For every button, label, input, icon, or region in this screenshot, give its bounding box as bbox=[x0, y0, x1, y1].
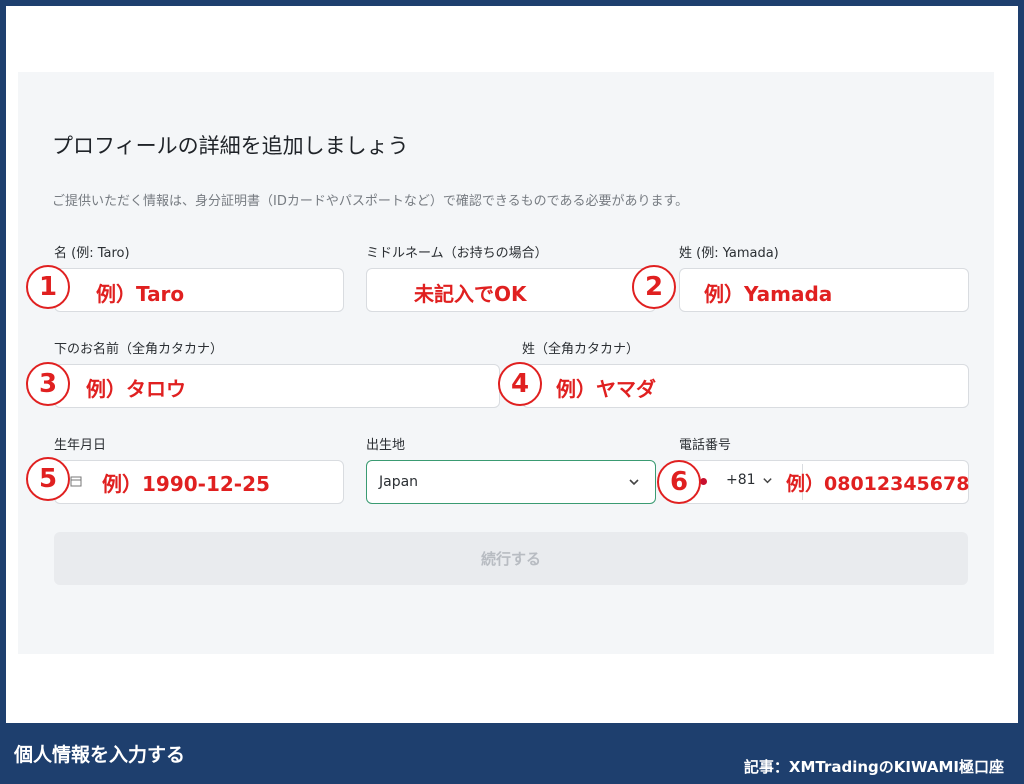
first-name-example: 例）Taro bbox=[96, 282, 185, 306]
caption-title: 個人情報を入力する bbox=[14, 744, 186, 766]
phone-label: 電話番号 bbox=[679, 438, 732, 453]
birthdate-example: 例）1990-12-25 bbox=[102, 472, 270, 496]
caption-source: 記事：XMTradingのKIWAMI極口座 bbox=[743, 758, 1004, 776]
annotation-marker-5: 5 bbox=[26, 457, 70, 501]
japan-flag-icon bbox=[700, 478, 707, 485]
last-name-kana-label: 姓（全角カタカナ） bbox=[522, 342, 640, 357]
birthplace-label: 出生地 bbox=[366, 438, 406, 453]
chevron-down-icon bbox=[629, 479, 639, 486]
first-name-label: 名 (例: Taro) bbox=[54, 246, 130, 261]
middle-name-note: 未記入でOK bbox=[414, 282, 527, 306]
annotation-marker-4: 4 bbox=[498, 362, 542, 406]
country-code-value: +81 bbox=[726, 472, 756, 488]
last-name-kana-example: 例）ヤマダ bbox=[556, 377, 656, 401]
first-name-kana-label: 下のお名前（全角カタカナ） bbox=[54, 342, 224, 357]
phone-example: 例）08012345678 bbox=[786, 473, 970, 495]
form-title: プロフィールの詳細を追加しましょう bbox=[52, 134, 409, 158]
middle-name-label: ミドルネーム（お持ちの場合） bbox=[366, 246, 548, 261]
annotation-marker-2: 2 bbox=[632, 265, 676, 309]
last-name-example: 例）Yamada bbox=[704, 282, 833, 306]
annotation-marker-1: 1 bbox=[26, 265, 70, 309]
annotation-marker-3: 3 bbox=[26, 362, 70, 406]
last-name-label: 姓 (例: Yamada) bbox=[679, 246, 779, 261]
calendar-icon bbox=[70, 476, 82, 487]
birthplace-select[interactable]: Japan bbox=[366, 460, 656, 504]
annotation-marker-6: 6 bbox=[657, 460, 701, 504]
country-code-select[interactable]: +81 bbox=[726, 472, 773, 488]
continue-button[interactable]: 続行する bbox=[54, 532, 968, 585]
birthdate-label: 生年月日 bbox=[54, 438, 107, 453]
first-name-kana-example: 例）タロウ bbox=[86, 377, 186, 401]
form-description: ご提供いただく情報は、身分証明書（IDカードやパスポートなど）で確認できるもので… bbox=[52, 194, 689, 209]
birthplace-selected-value: Japan bbox=[379, 474, 419, 490]
chevron-down-icon bbox=[762, 477, 772, 483]
